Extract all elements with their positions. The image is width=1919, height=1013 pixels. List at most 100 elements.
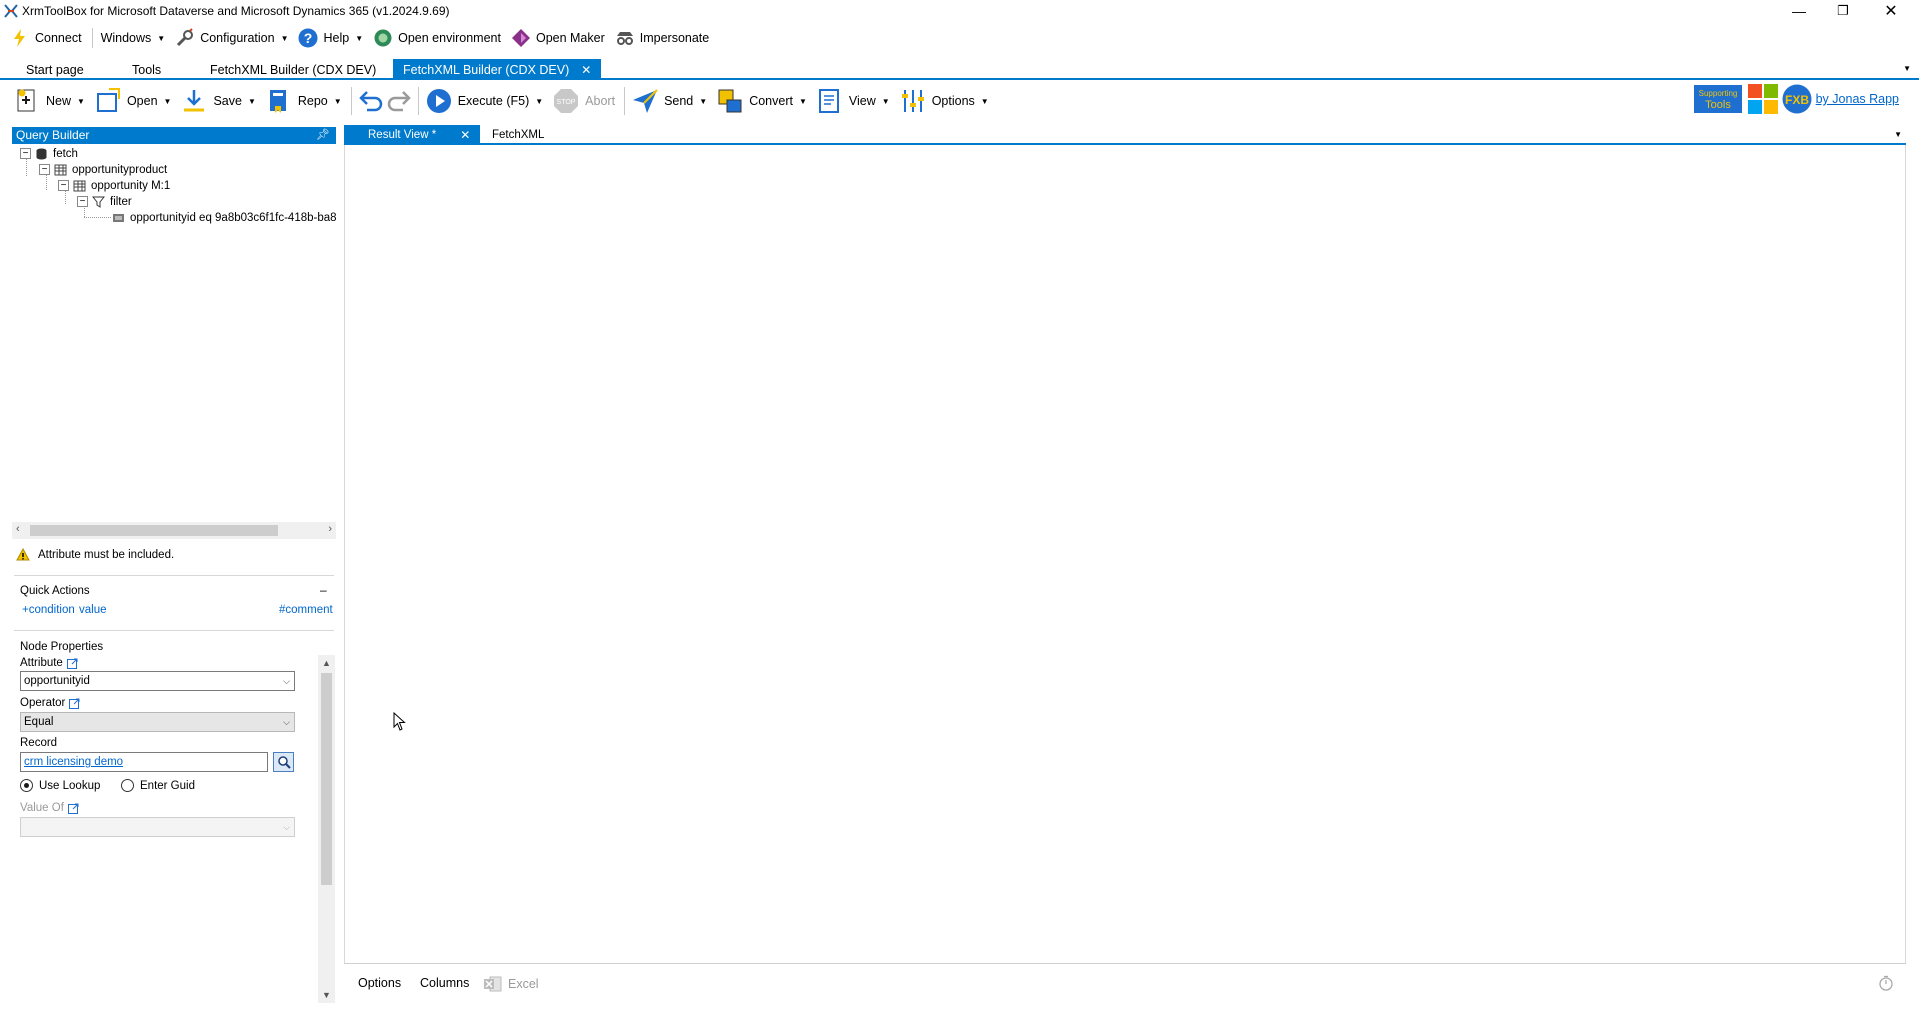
save-download-icon	[184, 90, 205, 112]
operator-select[interactable]: Equal ⌵	[20, 712, 295, 732]
use-lookup-radio[interactable]: Use Lookup	[20, 779, 100, 792]
impersonate-button[interactable]: Impersonate	[611, 25, 715, 51]
new-button[interactable]: New ▼	[10, 85, 91, 117]
open-environment-button[interactable]: Open environment	[369, 25, 507, 51]
tree-node-condition[interactable]: opportunityid eq 9a8b03c6f1fc-418b-ba89-	[112, 210, 336, 225]
record-lookup-button[interactable]	[273, 752, 294, 772]
collapse-icon[interactable]: −	[20, 148, 31, 159]
tree-node-link-entity[interactable]: − opportunity M:1	[58, 178, 170, 193]
connect-button[interactable]: Connect	[6, 25, 88, 51]
comment-link[interactable]: #comment	[279, 604, 333, 616]
configuration-menu[interactable]: Configuration ▼	[171, 25, 294, 51]
tab-fetchxml-builder-1[interactable]: FetchXML Builder (CDX DEV)	[200, 59, 386, 80]
author-link[interactable]: by Jonas Rapp	[1816, 92, 1899, 106]
tab-fetchxml[interactable]: FetchXML	[468, 125, 554, 144]
restore-button[interactable]: ❐	[1821, 0, 1865, 22]
configuration-label: Configuration	[200, 31, 275, 45]
abort-button[interactable]: STOP Abort	[549, 85, 621, 117]
footer-options-button[interactable]: Options	[358, 976, 401, 990]
record-link[interactable]: crm licensing demo	[24, 756, 123, 768]
excel-icon	[484, 976, 502, 992]
pin-icon[interactable]: 📌︎	[316, 127, 330, 144]
footer-excel-button[interactable]: Excel	[484, 976, 539, 992]
scroll-up-icon[interactable]: ▲	[322, 658, 331, 668]
collapse-icon[interactable]: −	[77, 196, 88, 207]
execute-button[interactable]: Execute (F5) ▼	[422, 85, 549, 117]
external-link-icon[interactable]	[67, 803, 79, 814]
help-menu[interactable]: ? Help ▼	[294, 25, 369, 51]
scroll-thumb[interactable]	[321, 673, 332, 885]
node-properties-title: Node Properties	[20, 641, 104, 653]
repo-button[interactable]: Repo ▼	[262, 85, 348, 117]
fxb-logo-icon[interactable]: FXB	[1782, 84, 1812, 114]
scroll-left-icon[interactable]: ‹	[16, 523, 20, 535]
scroll-down-icon[interactable]: ▼	[322, 990, 331, 1000]
power-apps-icon	[511, 29, 530, 47]
tree-node-filter[interactable]: − filter	[77, 194, 132, 209]
radio-label: Enter Guid	[140, 779, 195, 792]
collapse-icon[interactable]: −	[39, 164, 50, 175]
properties-vertical-scrollbar[interactable]: ▲ ▼	[318, 655, 335, 1003]
windows-menu[interactable]: Windows ▼	[97, 25, 172, 51]
tree-horizontal-scrollbar[interactable]: ‹ ›	[12, 522, 336, 539]
undo-button[interactable]	[355, 85, 385, 117]
open-maker-button[interactable]: Open Maker	[507, 25, 611, 51]
tab-fetchxml-builder-2[interactable]: FetchXML Builder (CDX DEV) ✕	[393, 59, 602, 80]
chevron-down-icon: ▼	[157, 33, 166, 43]
open-button[interactable]: Open ▼	[91, 85, 178, 117]
svg-text:?: ?	[304, 30, 313, 46]
close-window-button[interactable]: ✕	[1869, 0, 1913, 22]
window-title: XrmToolBox for Microsoft Dataverse and M…	[22, 4, 450, 18]
tab-tools[interactable]: Tools	[122, 59, 171, 80]
field-label: Record	[20, 737, 58, 749]
chevron-down-icon: ▼	[535, 96, 544, 106]
tree-node-entity[interactable]: − opportunityproduct	[39, 162, 167, 177]
execute-label: Execute (F5)	[457, 94, 530, 108]
tree-node-fetch[interactable]: − fetch	[20, 146, 78, 161]
redo-button[interactable]	[385, 85, 415, 117]
view-button[interactable]: View ▼	[813, 85, 896, 117]
tree-connector	[84, 217, 111, 218]
result-grid-area[interactable]	[344, 145, 1906, 963]
minimize-button[interactable]: —	[1777, 0, 1821, 22]
external-link-icon[interactable]	[66, 658, 78, 669]
options-button[interactable]: Options ▼	[896, 85, 995, 117]
warning-icon	[16, 548, 30, 561]
chevron-down-icon: ▼	[980, 96, 989, 106]
menu-divider	[91, 28, 93, 48]
tab-result-view[interactable]: Result View * ✕	[344, 125, 481, 144]
value-of-select[interactable]: ⌵	[20, 817, 295, 837]
convert-button[interactable]: Convert ▼	[713, 85, 813, 117]
title-bar: XrmToolBox for Microsoft Dataverse and M…	[0, 0, 1919, 22]
tab-label: Start page	[26, 62, 84, 77]
supporting-tools-badge[interactable]: Supporting Tools	[1693, 85, 1742, 113]
quick-actions-collapse-button[interactable]: –	[320, 583, 327, 597]
footer-columns-button[interactable]: Columns	[420, 976, 469, 990]
close-tab-icon[interactable]: ✕	[581, 63, 591, 77]
tree-node-label: fetch	[53, 147, 78, 160]
footer-label: Excel	[508, 977, 539, 991]
tab-list-dropdown-icon[interactable]: ▼	[1903, 64, 1911, 73]
scroll-right-icon[interactable]: ›	[328, 523, 332, 535]
microsoft-logo-icon[interactable]	[1747, 84, 1778, 114]
collapse-icon[interactable]: −	[58, 180, 69, 191]
record-input[interactable]: crm licensing demo	[20, 752, 268, 772]
send-button[interactable]: Send ▼	[628, 85, 713, 117]
windows-label: Windows	[100, 31, 152, 45]
radio-unselected-icon	[121, 779, 134, 792]
field-label: Attribute	[20, 657, 63, 669]
scroll-thumb[interactable]	[30, 525, 278, 536]
save-button[interactable]: Save ▼	[177, 85, 261, 117]
chevron-down-icon: ▼	[355, 33, 364, 43]
tab-start-page[interactable]: Start page	[16, 59, 94, 80]
footer-label: Columns	[420, 976, 470, 990]
open-label: Open	[126, 94, 158, 108]
external-link-icon[interactable]	[69, 698, 80, 709]
value-link[interactable]: value	[79, 604, 107, 616]
tab-list-dropdown-icon[interactable]: ▼	[1894, 130, 1902, 139]
attribute-select[interactable]: opportunityid ⌵	[20, 671, 295, 691]
enter-guid-radio[interactable]: Enter Guid	[121, 779, 195, 792]
radio-label: Use Lookup	[39, 779, 101, 792]
section-divider	[14, 575, 334, 576]
add-condition-link[interactable]: +condition	[22, 604, 75, 616]
